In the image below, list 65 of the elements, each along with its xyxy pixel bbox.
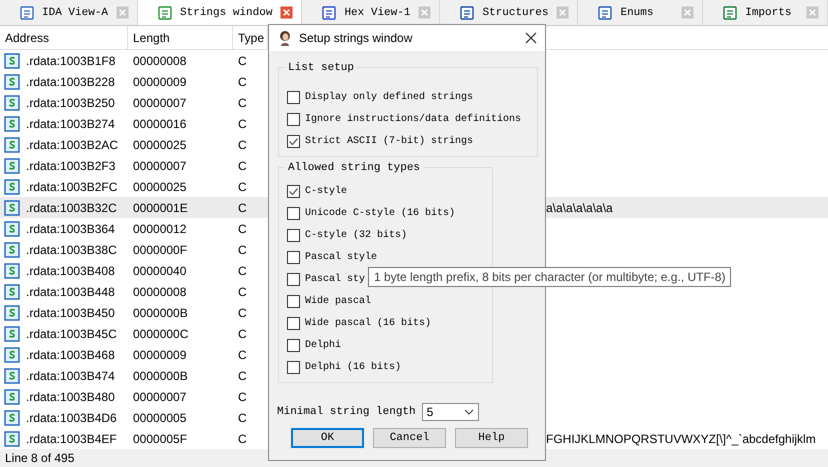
table-cell-text: 0000001E: [132, 200, 189, 214]
table-cell: .rdata:1003B4D6: [26, 410, 117, 424]
group-title: Allowed string types: [285, 161, 424, 175]
table-cell-text: 0000005F: [132, 432, 188, 446]
table-cell-text: C: [237, 306, 248, 320]
table-cell-text: 00000007: [132, 96, 188, 110]
table-cell: .rdata:1003B4EF: [26, 432, 117, 446]
table-cell-text: C: [237, 180, 248, 194]
table-cell-text: C: [237, 432, 248, 446]
table-cell-text: 0000000B: [132, 368, 189, 382]
table-cell: .rdata:1003B1F8: [26, 54, 116, 68]
table-cell-text: C: [237, 348, 248, 362]
table-cell-text: C: [237, 242, 248, 256]
table-cell-text: C: [237, 54, 248, 68]
table-cell: .rdata:1003B250: [26, 96, 115, 110]
table-cell-text: 00000005: [132, 410, 188, 424]
table-cell-text: 00000016: [132, 116, 188, 130]
table-cell: .rdata:1003B38C: [26, 242, 117, 256]
table-cell-text: C: [237, 284, 248, 298]
table-cell-text: C: [237, 390, 248, 404]
table-cell: a\a\a\a\a\a\a: [546, 200, 613, 214]
table-cell: .rdata:1003B408: [26, 264, 115, 278]
table-cell-text: 00000009: [132, 74, 188, 88]
table-cell: .rdata:1003B2AC: [26, 138, 118, 152]
tooltip: 1 byte length prefix, 8 bits per character (or multibyte; e.g., UTF-8): [368, 267, 732, 287]
table-cell: .rdata:1003B364: [26, 222, 115, 236]
table-cell: .rdata:1003B2F3: [26, 158, 116, 172]
group-title: List setup: [285, 61, 358, 75]
table-cell-text: 0000000B: [132, 306, 189, 320]
table-cell-text: C: [237, 138, 248, 152]
table-cell-text: 00000008: [132, 284, 188, 298]
dialog-title: Setup strings window: [299, 31, 414, 45]
table-cell-text: 00000007: [132, 390, 188, 404]
table-cell-text: C: [237, 326, 248, 340]
table-cell: .rdata:1003B45C: [26, 326, 117, 340]
table-cell-text: C: [237, 264, 248, 278]
table-cell: .rdata:1003B274: [26, 116, 115, 130]
table-cell-text: C: [237, 158, 248, 172]
table-cell-text: C: [237, 368, 248, 382]
table-cell: .rdata:1003B474: [26, 368, 115, 382]
table-cell-text: C: [237, 96, 248, 110]
table-cell: FGHIJKLMNOPQRSTUVWXYZ[\]^_`abcdefghijklm: [546, 432, 816, 446]
field-label: Minimal string length: [277, 406, 416, 418]
table-cell-text: 0000000F: [132, 242, 188, 256]
table-cell-text: 00000007: [132, 158, 188, 172]
table-cell: .rdata:1003B450: [26, 306, 115, 320]
table-cell-text: C: [237, 410, 248, 424]
table-cell-text: 00000040: [132, 264, 188, 278]
table-cell: .rdata:1003B2FC: [26, 180, 118, 194]
table-cell-text: C: [237, 116, 248, 130]
table-cell-text: 00000012: [132, 222, 188, 236]
table-cell-text: 00000025: [132, 138, 188, 152]
table-cell: .rdata:1003B448: [26, 284, 115, 298]
status-text: Line 8 of 495: [5, 451, 74, 465]
table-cell: .rdata:1003B32C: [26, 200, 117, 214]
table-cell-text: 00000009: [132, 348, 188, 362]
table-cell-text: C: [237, 200, 248, 214]
table-cell: .rdata:1003B228: [26, 74, 115, 88]
table-cell-text: C: [237, 74, 248, 88]
table-cell: .rdata:1003B480: [26, 390, 115, 404]
table-cell-text: 00000008: [132, 54, 188, 68]
table-cell: .rdata:1003B468: [26, 348, 115, 362]
table-cell-text: C: [237, 222, 248, 236]
table-cell-text: 00000025: [132, 180, 188, 194]
table-cell-text: 0000000C: [132, 326, 190, 340]
